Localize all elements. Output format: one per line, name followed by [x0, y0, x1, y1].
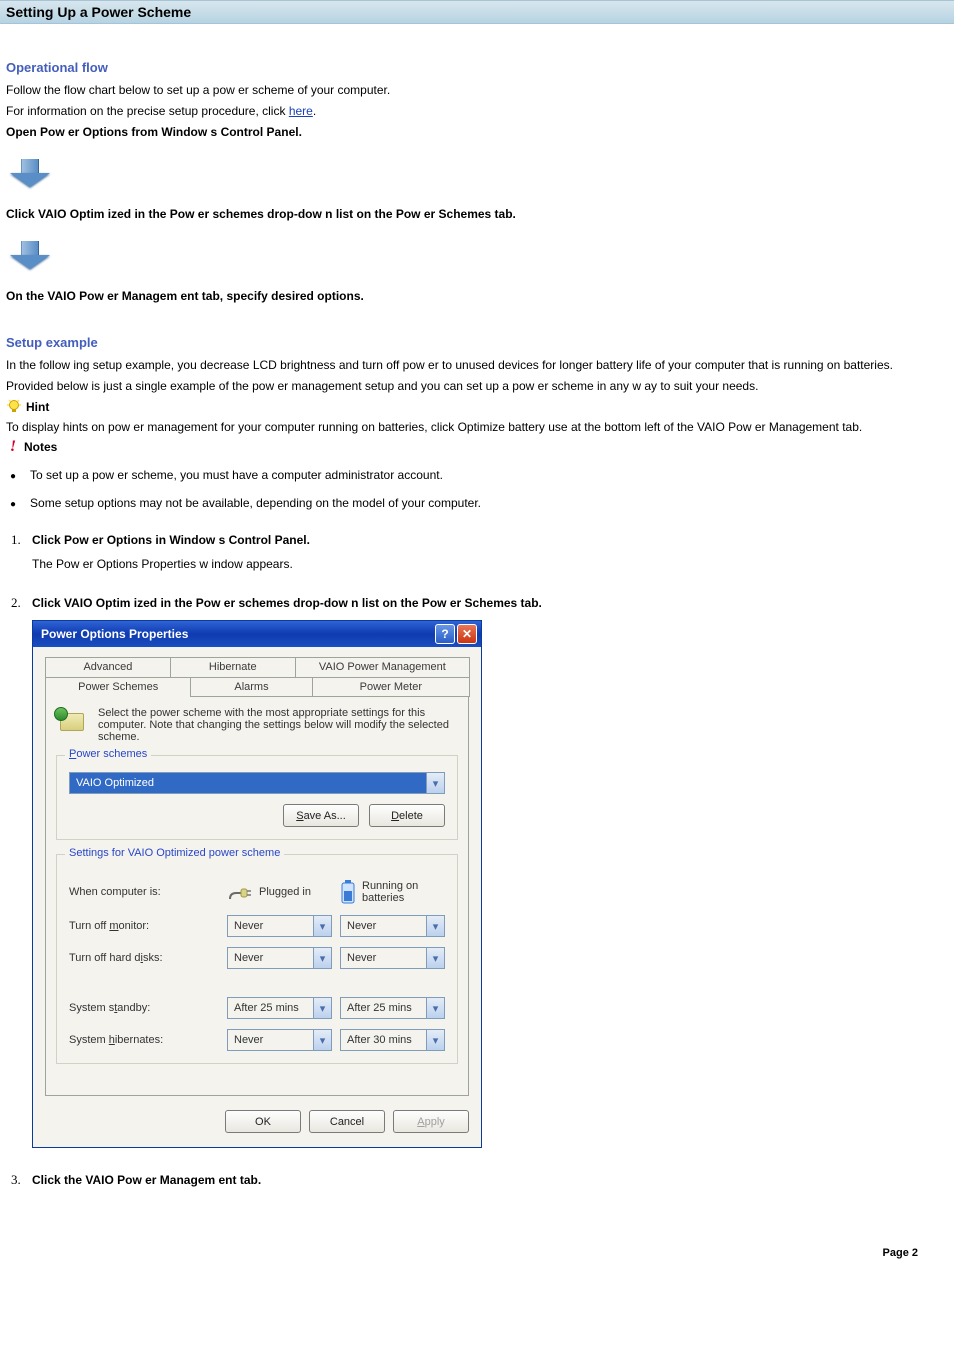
tab-power-schemes[interactable]: Power Schemes — [45, 677, 191, 697]
dialog-body: Advanced Hibernate VAIO Power Management… — [33, 647, 481, 1147]
plugged-in-header: Plugged in — [227, 881, 332, 903]
step-2-title: Click VAIO Optim ized in the Pow er sche… — [32, 596, 542, 610]
standby-plugged-combo[interactable]: After 25 mins▾ — [227, 997, 332, 1019]
disks-battery-combo[interactable]: Never▾ — [340, 947, 445, 969]
chevron-down-icon: ▾ — [313, 998, 331, 1018]
standby-battery-combo[interactable]: After 25 mins▾ — [340, 997, 445, 1019]
cancel-button[interactable]: Cancel — [309, 1110, 385, 1133]
flow-step-2: Click VAIO Optim ized in the Pow er sche… — [6, 205, 948, 223]
chevron-down-icon: ▾ — [426, 1030, 444, 1050]
notes-exclaim-icon: ! — [6, 440, 20, 454]
group-legend-2: Settings for VAIO Optimized power scheme — [65, 847, 284, 859]
note-text: Some setup options may not be available,… — [30, 496, 481, 510]
dialog-titlebar[interactable]: Power Options Properties ? ✕ — [33, 621, 481, 647]
step-1-title: Click Pow er Options in Window s Control… — [32, 533, 310, 547]
tab-advanced[interactable]: Advanced — [45, 657, 171, 677]
monitor-plugged-combo[interactable]: Never▾ — [227, 915, 332, 937]
hint-row: Hint — [6, 399, 948, 415]
scheme-combo-text: VAIO Optimized — [70, 773, 426, 793]
scheme-folder-icon — [56, 707, 88, 739]
group-legend: PPower schemesower schemes — [65, 748, 151, 760]
flow-intro-2-pre: For information on the precise setup pro… — [6, 104, 289, 118]
help-button[interactable]: ? — [435, 624, 455, 644]
page-title-bar: Setting Up a Power Scheme — [0, 0, 954, 24]
arrow-down-icon — [10, 241, 50, 269]
scheme-intro-text: Select the power scheme with the most ap… — [98, 707, 458, 743]
setup-para-2: Provided below is just a single example … — [6, 377, 948, 395]
save-as-button[interactable]: Save As... — [283, 804, 359, 827]
note-text: To set up a pow er scheme, you must have… — [30, 468, 443, 482]
hint-label: Hint — [26, 400, 49, 414]
chevron-down-icon: ▾ — [426, 948, 444, 968]
flow-step-3: On the VAIO Pow er Managem ent tab, spec… — [6, 287, 948, 305]
chevron-down-icon: ▾ — [313, 948, 331, 968]
operational-flow-heading: Operational flow — [6, 60, 948, 75]
bullet-icon: ● — [10, 471, 16, 482]
tabstrip: Advanced Hibernate VAIO Power Management… — [45, 657, 469, 1096]
chevron-down-icon: ▾ — [426, 773, 444, 793]
chevron-down-icon: ▾ — [313, 1030, 331, 1050]
battery-header: Running on batteries — [340, 879, 445, 905]
flow-intro-2: For information on the precise setup pro… — [6, 102, 948, 120]
step-1: Click Pow er Options in Window s Control… — [24, 532, 948, 571]
step-1-sub: The Pow er Options Properties w indow ap… — [32, 557, 948, 571]
tab-hibernate[interactable]: Hibernate — [170, 657, 296, 677]
step-3: Click the VAIO Pow er Managem ent tab. — [24, 1172, 948, 1187]
here-link[interactable]: here — [289, 104, 313, 118]
close-button[interactable]: ✕ — [457, 624, 477, 644]
power-schemes-group: PPower schemesower schemes VAIO Optimize… — [56, 755, 458, 840]
chevron-down-icon: ▾ — [313, 916, 331, 936]
tab-power-meter[interactable]: Power Meter — [312, 677, 470, 697]
step-3-title: Click the VAIO Pow er Managem ent tab. — [32, 1173, 261, 1187]
row-label: Turn off hard disks: — [69, 952, 219, 964]
row-label: System hibernates: — [69, 1034, 219, 1046]
chevron-down-icon: ▾ — [426, 998, 444, 1018]
disks-plugged-combo[interactable]: Never▾ — [227, 947, 332, 969]
arrow-down-icon — [10, 159, 50, 187]
notes-row: ! Notes — [6, 440, 948, 454]
flow-step-1: Open Pow er Options from Window s Contro… — [6, 123, 948, 141]
row-label: System standby: — [69, 1002, 219, 1014]
power-options-dialog: Power Options Properties ? ✕ Advanced Hi… — [32, 620, 482, 1148]
page-title: Setting Up a Power Scheme — [6, 4, 191, 20]
flow-intro-2-post: . — [313, 104, 316, 118]
hibernate-battery-combo[interactable]: After 30 mins▾ — [340, 1029, 445, 1051]
list-item: ● To set up a pow er scheme, you must hav… — [10, 468, 948, 482]
battery-icon — [340, 879, 356, 905]
tab-panel: Select the power scheme with the most ap… — [45, 696, 469, 1096]
notes-list: ● To set up a pow er scheme, you must hav… — [10, 468, 948, 510]
setup-example-heading: Setup example — [6, 335, 948, 350]
flow-intro-1: Follow the flow chart below to set up a … — [6, 81, 948, 99]
dialog-footer: OK Cancel Apply — [45, 1110, 469, 1133]
scheme-combo[interactable]: VAIO Optimized ▾ — [69, 772, 445, 794]
settings-group: Settings for VAIO Optimized power scheme… — [56, 854, 458, 1064]
delete-button[interactable]: Delete — [369, 804, 445, 827]
step-2: Click VAIO Optim ized in the Pow er sche… — [24, 595, 948, 1148]
chevron-down-icon: ▾ — [426, 916, 444, 936]
content: Operational flow Follow the flow chart b… — [0, 24, 954, 1299]
page-footer: Page 2 — [6, 1247, 948, 1259]
plug-icon — [227, 881, 253, 903]
numbered-steps: Click Pow er Options in Window s Control… — [24, 532, 948, 1187]
list-item: ● Some setup options may not be available… — [10, 496, 948, 510]
tab-vaio-pm[interactable]: VAIO Power Management — [295, 657, 470, 677]
apply-button[interactable]: Apply — [393, 1110, 469, 1133]
notes-label: Notes — [24, 440, 57, 454]
hibernate-plugged-combo[interactable]: Never▾ — [227, 1029, 332, 1051]
dialog-title: Power Options Properties — [41, 627, 188, 641]
hint-lightbulb-icon — [6, 399, 22, 415]
when-label: When computer is: — [69, 886, 219, 898]
monitor-battery-combo[interactable]: Never▾ — [340, 915, 445, 937]
setup-para-1: In the follow ing setup example, you dec… — [6, 356, 948, 374]
row-label: Turn off monitor: — [69, 920, 219, 932]
bullet-icon: ● — [10, 499, 16, 510]
tab-alarms[interactable]: Alarms — [190, 677, 312, 697]
hint-text: To display hints on pow er management fo… — [6, 418, 948, 436]
ok-button[interactable]: OK — [225, 1110, 301, 1133]
